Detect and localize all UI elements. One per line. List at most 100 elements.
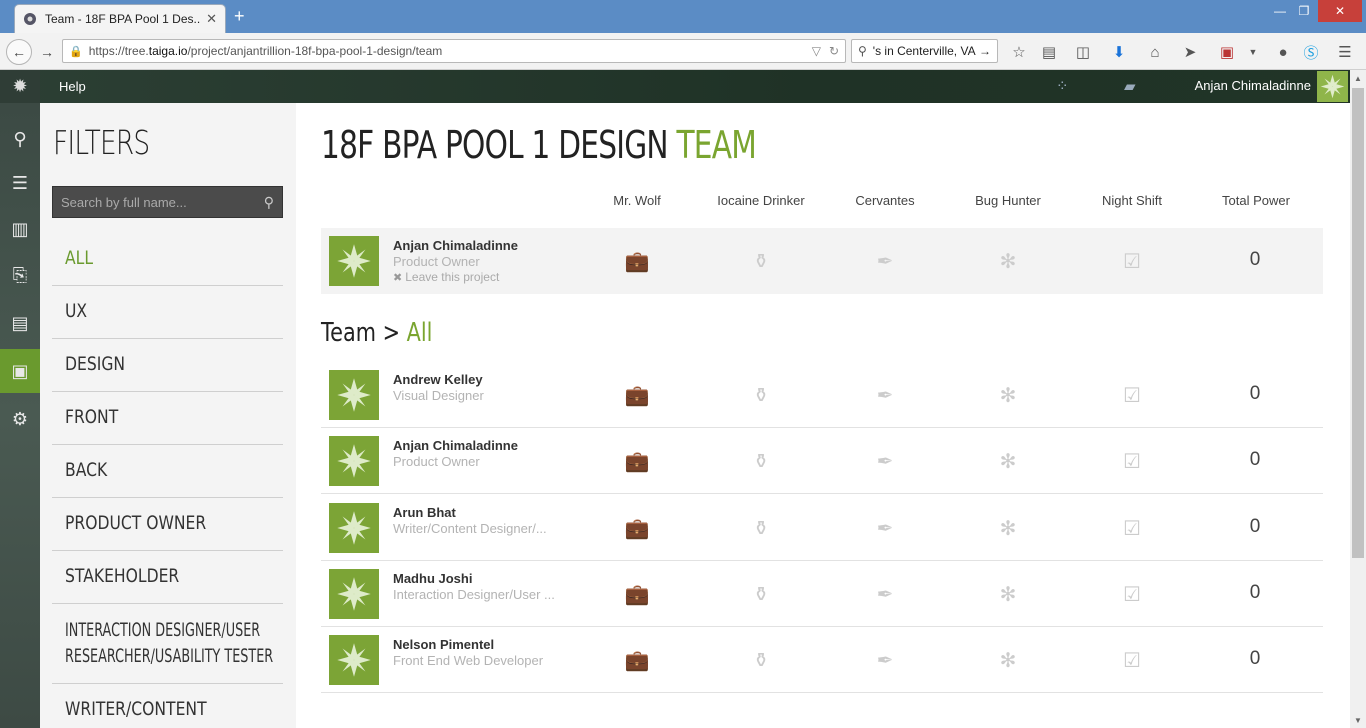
team-heading: Team > All [321, 318, 433, 348]
taiga-favicon-icon [24, 13, 36, 25]
notifications-icon[interactable]: ▰ [1124, 77, 1136, 95]
restore-icon[interactable]: ❐ [1290, 0, 1318, 22]
member-name: Anjan Chimaladinne [393, 238, 518, 253]
member-row: Anjan Chimaladinne Product Owner 💼 ⚱ ✒ ✻ ☑ 0 [321, 428, 1323, 495]
send-icon[interactable]: ➤ [1181, 43, 1199, 61]
url-text: https://tree.taiga.io/project/anjantrill… [88, 44, 443, 58]
reading-list-icon[interactable]: ▤ [1040, 43, 1058, 61]
close-icon: ✖ [393, 272, 403, 284]
member-role: Interaction Designer/User ... [393, 586, 555, 602]
taiga-logo-icon[interactable]: ✹ [0, 70, 40, 103]
total-power: 0 [1249, 515, 1261, 537]
filter-front[interactable]: FRONT [52, 392, 283, 445]
member-name: Nelson Pimentel [393, 637, 495, 653]
forward-icon[interactable]: → [34, 39, 60, 65]
total-power: 0 [1249, 449, 1261, 471]
bookmark-star-icon[interactable]: ☆ [1010, 43, 1028, 61]
filter-stakeholder[interactable]: STAKEHOLDER [52, 551, 283, 604]
header-avatar[interactable] [1317, 71, 1348, 102]
bottle-icon: ⚱ [752, 385, 770, 407]
help-link[interactable]: Help [59, 79, 86, 94]
search-icon[interactable]: ⚲ [264, 194, 274, 211]
briefcase-icon: 💼 [624, 583, 650, 606]
member-name: Andrew Kelley [393, 372, 483, 387]
chat-icon[interactable]: ● [1274, 43, 1292, 61]
filter-search-input[interactable] [61, 194, 264, 210]
pocket-icon[interactable]: ◫ [1074, 43, 1092, 61]
menu-icon[interactable]: ☰ [1336, 43, 1354, 61]
avatar [329, 236, 379, 286]
search-value: 's in Centerville, VA [872, 44, 976, 58]
member-role: Writer/Content Designer/... [393, 520, 547, 536]
filter-design[interactable]: DESIGN [52, 339, 283, 392]
issues-icon[interactable]: ⎘ [0, 253, 40, 297]
quill-icon: ✒ [876, 650, 894, 673]
filters-title: FILTERS [53, 123, 150, 162]
filter-product-owner[interactable]: PRODUCT OWNER [52, 498, 283, 551]
filter-interaction-designer[interactable]: INTERACTION DESIGNER/USER RESEARCHER/USAB… [52, 604, 283, 684]
leave-project-link[interactable]: ✖ Leave this project [393, 270, 499, 284]
url-bar[interactable]: 🔒 https://tree.taiga.io/project/anjantri… [62, 39, 846, 63]
current-user-row: Anjan Chimaladinne Product Owner ✖ Leave … [321, 228, 1323, 294]
left-nav-rail: ⚲ ☰ ▥ ⎘ ▤ ▣ ⚙ [0, 103, 40, 728]
member-role: Product Owner [393, 454, 480, 470]
filter-all[interactable]: ALL [52, 233, 283, 286]
skype-icon[interactable]: Ⓢ [1302, 43, 1320, 62]
home-icon[interactable]: ⌂ [1146, 43, 1164, 61]
backlog-icon[interactable]: ☰ [0, 161, 40, 205]
avatar [329, 370, 379, 420]
dropdown-icon[interactable]: ▽ [812, 44, 821, 58]
total-power: 0 [1249, 648, 1261, 670]
avatar [329, 502, 379, 553]
quill-icon: ✒ [876, 583, 894, 606]
tab-close-icon[interactable]: ✕ [206, 11, 217, 27]
bug-icon: ✻ [999, 650, 1017, 673]
settings-icon[interactable]: ⚙ [0, 397, 40, 441]
browser-tabbar: Team - 18F BPA Pool 1 Des... ✕ + — ❐ ✕ [0, 0, 1366, 33]
col-bug-hunter: Bug Hunter [975, 193, 1041, 208]
checkbox-icon: ☑ [1123, 451, 1141, 474]
checkbox-icon: ☑ [1123, 517, 1141, 540]
filter-ux[interactable]: UX [52, 286, 283, 339]
page-title: 18F BPA POOL 1 DESIGN TEAM [321, 123, 757, 167]
member-role: Front End Web Developer [393, 653, 544, 669]
bug-icon: ✻ [999, 385, 1017, 407]
wiki-icon[interactable]: ▤ [0, 301, 40, 345]
download-icon[interactable]: ⬇ [1110, 43, 1128, 61]
team-icon[interactable]: ▣ [0, 349, 40, 393]
filter-search-box: ⚲ [52, 186, 283, 218]
close-window-icon[interactable]: ✕ [1318, 0, 1362, 22]
go-arrow-icon[interactable]: → [979, 44, 991, 58]
member-row: Madhu Joshi Interaction Designer/User ...… [321, 561, 1323, 627]
briefcase-icon: 💼 [624, 451, 650, 474]
extension-menu-icon[interactable]: ▼ [1244, 43, 1262, 61]
tab-title: Team - 18F BPA Pool 1 Des... [45, 12, 201, 26]
checkbox-icon: ☑ [1123, 251, 1141, 273]
kanban-icon[interactable]: ▥ [0, 207, 40, 251]
browser-tab[interactable]: Team - 18F BPA Pool 1 Des... ✕ [14, 4, 226, 33]
member-role: Product Owner [393, 254, 480, 269]
quill-icon: ✒ [876, 517, 894, 540]
member-row: Nelson Pimentel Front End Web Developer 💼 ⚱… [321, 627, 1323, 694]
filters-panel: FILTERS ⚲ ALL UX DESIGN FRONT BACK PRODU… [40, 103, 296, 728]
projects-grid-icon[interactable]: ⁘ [1056, 77, 1069, 95]
checkbox-icon: ☑ [1123, 583, 1141, 606]
back-icon[interactable]: ← [6, 39, 32, 65]
new-tab-icon[interactable]: + [234, 6, 245, 27]
header-username[interactable]: Anjan Chimaladinne [1195, 78, 1311, 93]
reload-icon[interactable]: ↻ [829, 44, 839, 58]
scroll-up-icon[interactable]: ▲ [1350, 70, 1366, 86]
scroll-thumb[interactable] [1352, 88, 1364, 558]
filter-writer-content[interactable]: WRITER/CONTENT [52, 684, 283, 728]
search-icon[interactable]: ⚲ [0, 117, 40, 161]
extension-icon[interactable]: ▣ [1218, 43, 1236, 61]
member-name: Arun Bhat [393, 504, 456, 520]
browser-search[interactable]: ⚲ 's in Centerville, VA → [851, 39, 998, 63]
member-row: Andrew Kelley Visual Designer 💼 ⚱ ✒ ✻ ☑ 0 [321, 362, 1323, 428]
col-total-power: Total Power [1222, 193, 1290, 208]
filter-back[interactable]: BACK [52, 445, 283, 498]
bottle-icon: ⚱ [752, 517, 770, 540]
scroll-down-icon[interactable]: ▼ [1350, 712, 1366, 728]
avatar [329, 635, 379, 686]
page-scrollbar[interactable]: ▲ ▼ [1350, 70, 1366, 728]
